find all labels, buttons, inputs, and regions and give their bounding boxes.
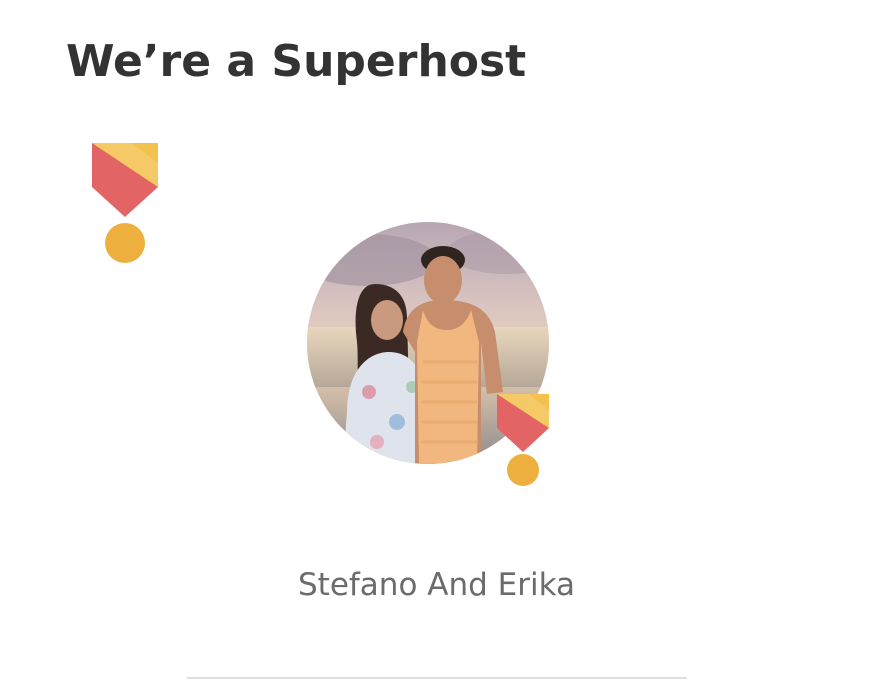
section-title: We’re a Superhost [66,36,527,87]
superhost-medal-icon [90,141,160,265]
section-divider [187,677,687,679]
host-profile[interactable] [307,222,551,488]
superhost-badge-icon [495,392,551,488]
host-name: Stefano And Erika [297,567,576,603]
superhost-section: We’re a Superhost Stefano And Erika [0,0,873,683]
